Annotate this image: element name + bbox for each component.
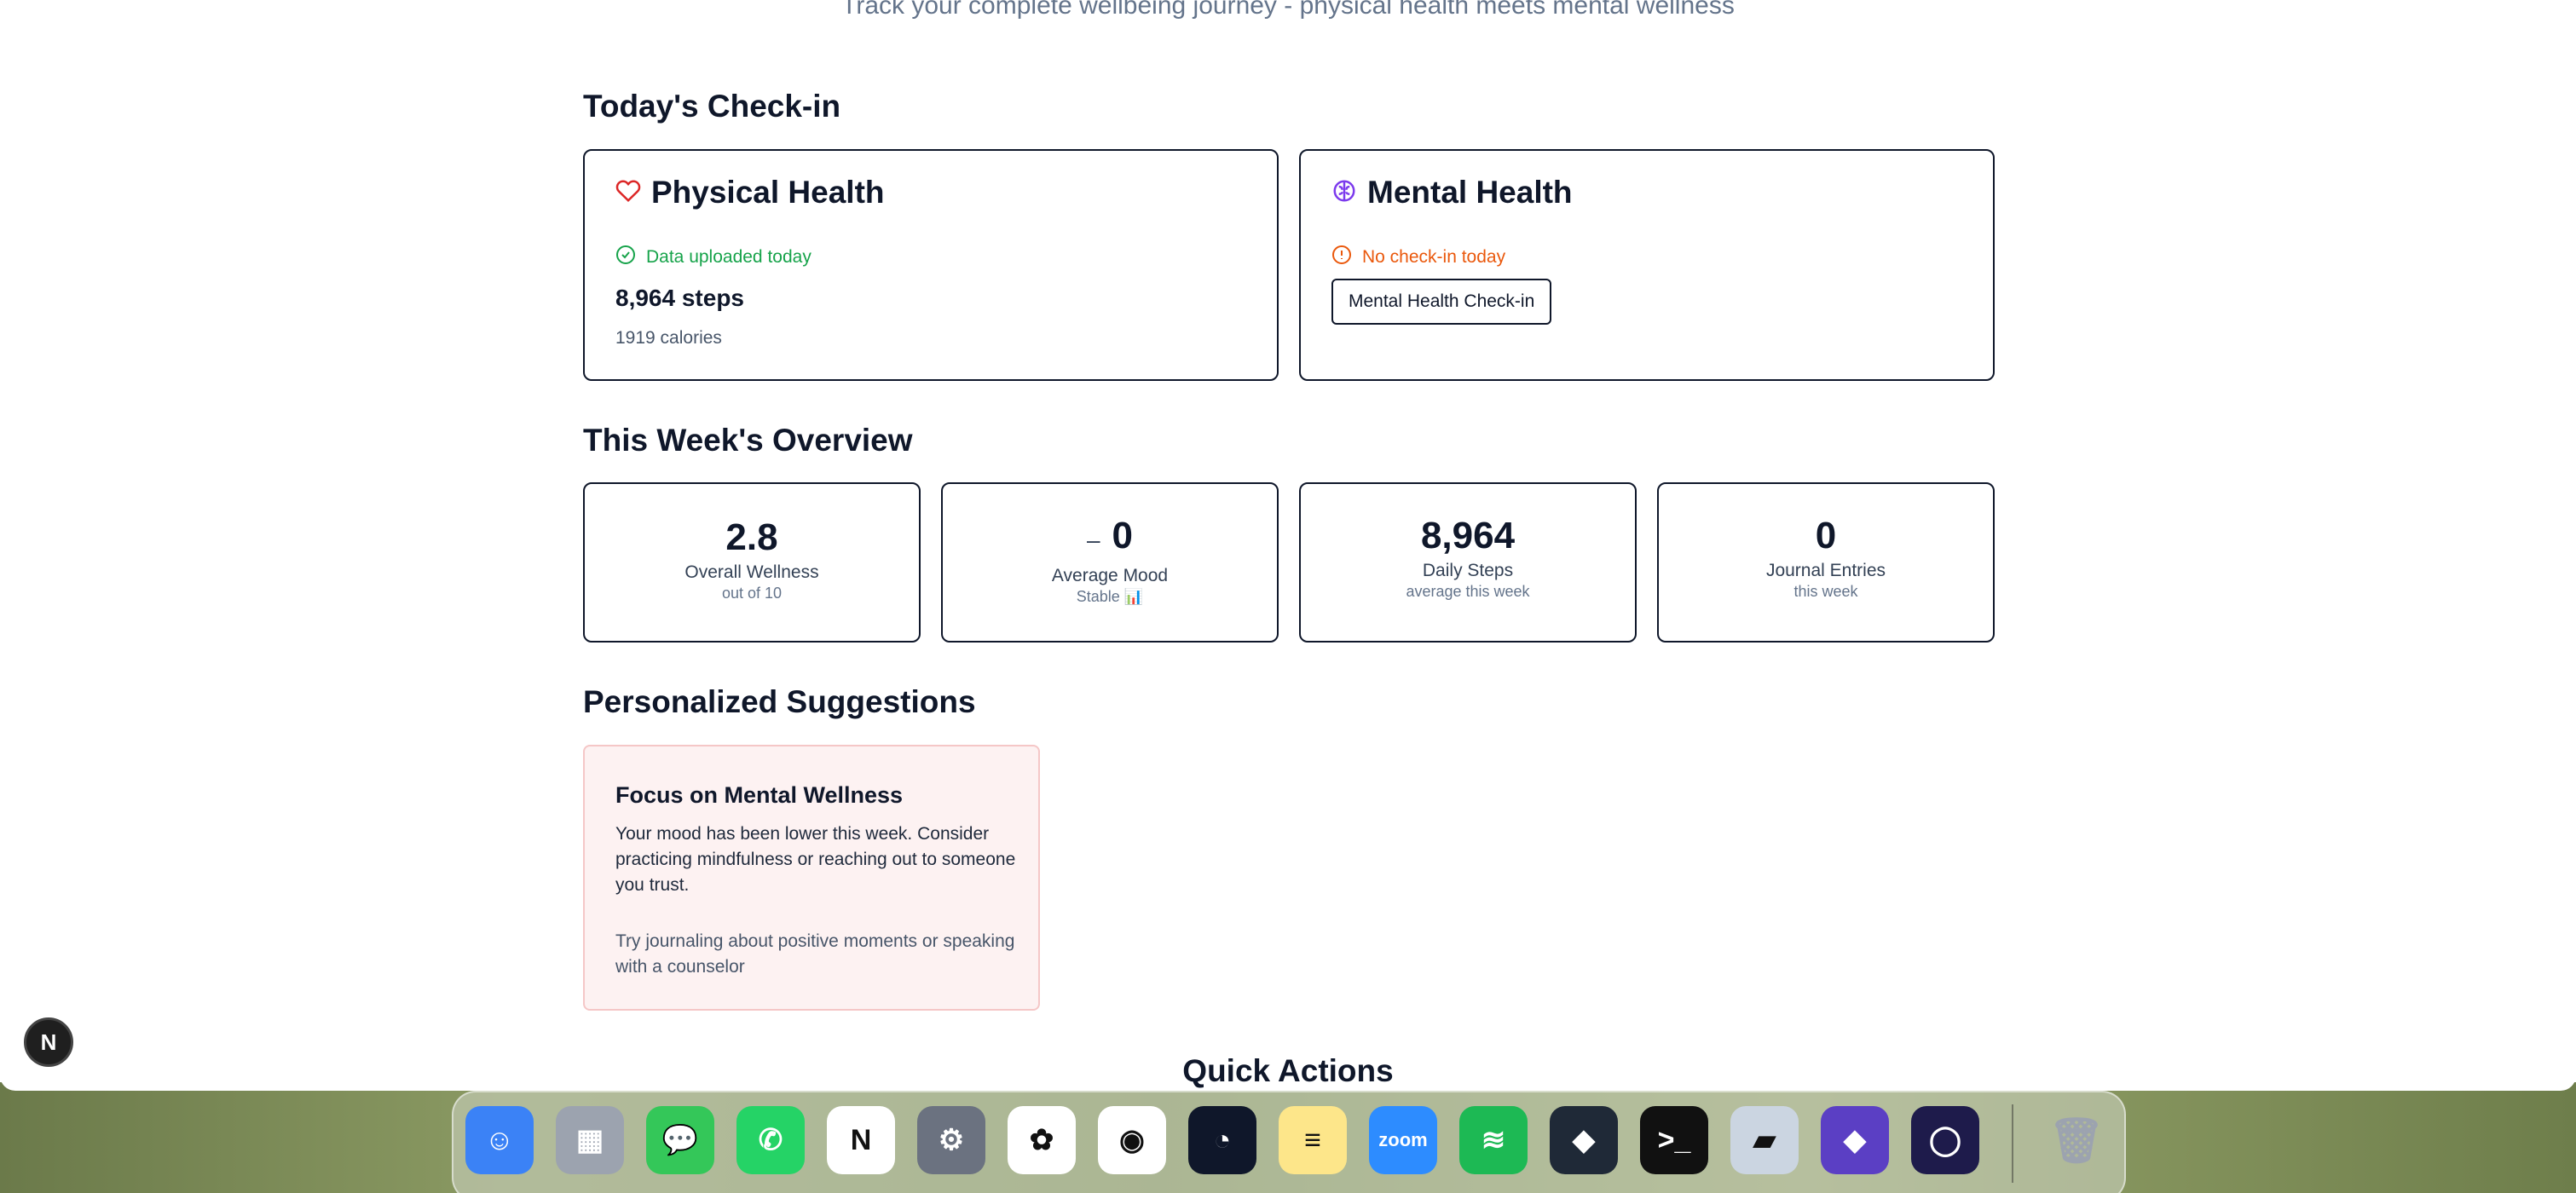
calories-value: 1919 calories xyxy=(615,328,722,348)
mental-health-checkin-button[interactable]: Mental Health Check-in xyxy=(1331,279,1552,325)
physical-health-card: Physical Health Data uploaded today 8,96… xyxy=(583,149,1279,381)
trend-stable-icon: – xyxy=(1086,527,1100,553)
average-mood-value: 0 xyxy=(1112,515,1134,556)
alert-circle-icon xyxy=(1331,245,1352,270)
nextjs-dev-badge[interactable]: N xyxy=(24,1017,73,1067)
average-mood-value-row: –0 xyxy=(943,515,1277,557)
daily-steps-card: 8,964 Daily Steps average this week xyxy=(1299,482,1637,643)
suggestion-card: Focus on Mental Wellness Your mood has b… xyxy=(583,745,1040,1011)
mental-health-title: Mental Health xyxy=(1367,175,1573,210)
quick-actions-title: Quick Actions xyxy=(1182,1053,1394,1088)
finder-icon[interactable]: ☺ xyxy=(465,1106,534,1174)
suggestion-tip: Try journaling about positive moments or… xyxy=(615,931,1015,977)
app-icon[interactable]: ◔ xyxy=(1188,1106,1256,1174)
journal-entries-value: 0 xyxy=(1815,515,1837,556)
trash-icon[interactable]: 🗑 xyxy=(2042,1106,2111,1174)
journal-entries-label: Journal Entries xyxy=(1765,561,1886,580)
app-icon[interactable]: ▰ xyxy=(1730,1106,1799,1174)
checkin-title: Today's Check-in xyxy=(583,89,841,124)
chrome-icon[interactable]: ◉ xyxy=(1098,1106,1166,1174)
physical-status-text: Data uploaded today xyxy=(646,247,811,267)
overall-wellness-sub: out of 10 xyxy=(721,585,783,602)
notion-icon[interactable]: N xyxy=(827,1106,895,1174)
overview-title: This Week's Overview xyxy=(583,423,913,458)
whatsapp-icon[interactable]: ✆ xyxy=(736,1106,805,1174)
system-settings-icon[interactable]: ⚙ xyxy=(917,1106,985,1174)
physical-health-title: Physical Health xyxy=(651,175,885,210)
journal-entries-sub: this week xyxy=(1793,583,1858,600)
daily-steps-sub: average this week xyxy=(1406,583,1530,600)
heart-icon xyxy=(615,178,641,208)
brain-icon xyxy=(1331,178,1357,208)
average-mood-sub: Stable 📊 xyxy=(1076,588,1144,605)
app-window: Track your complete wellbeing journey - … xyxy=(0,0,2576,1091)
average-mood-label: Average Mood xyxy=(1051,566,1169,585)
physical-status: Data uploaded today xyxy=(615,245,811,270)
overall-wellness-value: 2.8 xyxy=(725,516,778,558)
overall-wellness-card: 2.8 Overall Wellness out of 10 xyxy=(583,482,921,643)
mental-health-header: Mental Health xyxy=(1331,175,1573,210)
suggestion-heading: Focus on Mental Wellness xyxy=(615,782,904,808)
suggestions-title: Personalized Suggestions xyxy=(583,684,976,719)
terminal-icon[interactable]: >_ xyxy=(1640,1106,1708,1174)
mental-status-text: No check-in today xyxy=(1362,247,1506,267)
page-subtitle: Track your complete wellbeing journey - … xyxy=(841,0,1735,20)
steps-value: 8,964 steps xyxy=(615,285,744,311)
daily-steps-value: 8,964 xyxy=(1420,515,1516,556)
physical-health-header: Physical Health xyxy=(615,175,885,210)
daily-steps-label: Daily Steps xyxy=(1422,561,1514,580)
dock-separator xyxy=(2012,1104,2013,1183)
spotify-icon[interactable]: ≋ xyxy=(1459,1106,1528,1174)
notes-icon[interactable]: ≡ xyxy=(1279,1106,1347,1174)
launchpad-icon[interactable]: ▦ xyxy=(556,1106,624,1174)
photos-icon[interactable]: ✿ xyxy=(1008,1106,1076,1174)
journal-entries-card: 0 Journal Entries this week xyxy=(1657,482,1995,643)
obsidian-icon[interactable]: ◆ xyxy=(1821,1106,1889,1174)
overall-wellness-label: Overall Wellness xyxy=(684,562,819,582)
check-circle-icon xyxy=(615,245,636,270)
mental-status: No check-in today xyxy=(1331,245,1505,270)
zoom-icon[interactable]: zoom xyxy=(1369,1106,1437,1174)
app-icon[interactable]: ◆ xyxy=(1550,1106,1618,1174)
suggestion-body: Your mood has been lower this week. Cons… xyxy=(615,824,1016,895)
messages-icon[interactable]: 💬 xyxy=(646,1106,714,1174)
mental-health-card: Mental Health No check-in today Mental H… xyxy=(1299,149,1995,381)
average-mood-card: –0 Average Mood Stable 📊 xyxy=(941,482,1279,643)
app-icon[interactable]: ◯ xyxy=(1911,1106,1979,1174)
